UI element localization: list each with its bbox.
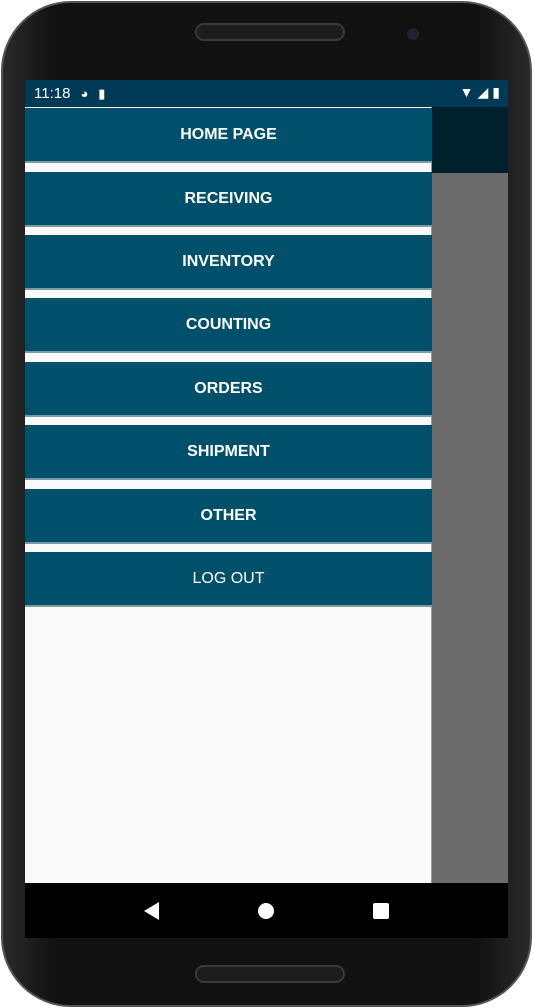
other-button[interactable]: OTHER <box>25 489 432 544</box>
navigation-drawer: HOME PAGE RECEIVING INVENTORY COUNTING O… <box>25 107 432 883</box>
home-icon[interactable] <box>257 902 274 919</box>
battery-icon: ▮ <box>492 84 500 100</box>
home-page-button[interactable]: HOME PAGE <box>25 108 432 163</box>
status-time: 11:18 <box>34 85 71 102</box>
counting-button[interactable]: COUNTING <box>25 298 432 353</box>
log-out-button[interactable]: LOG OUT <box>25 552 432 607</box>
top-speaker <box>195 23 345 41</box>
sd-card-icon: ▮ <box>98 85 106 101</box>
app-notification-icon: ◕ <box>80 86 89 101</box>
receiving-button[interactable]: RECEIVING <box>25 172 432 227</box>
orders-button[interactable]: ORDERS <box>25 362 432 417</box>
system-nav-bar <box>25 883 508 938</box>
bottom-speaker <box>195 965 345 983</box>
recents-icon[interactable] <box>372 902 389 919</box>
status-bar: 11:18 ◕ ▮ ▼ ◢ ▮ <box>25 80 508 107</box>
screen: bile 11:18 ◕ ▮ ▼ ◢ ▮ HOME PAGE RECEIVING… <box>25 80 508 938</box>
inventory-button[interactable]: INVENTORY <box>25 235 432 290</box>
signal-icon: ◢ <box>477 84 489 100</box>
front-camera <box>407 28 419 40</box>
wifi-icon: ▼ <box>459 84 474 100</box>
shipment-button[interactable]: SHIPMENT <box>25 425 432 480</box>
back-icon[interactable] <box>144 901 160 920</box>
